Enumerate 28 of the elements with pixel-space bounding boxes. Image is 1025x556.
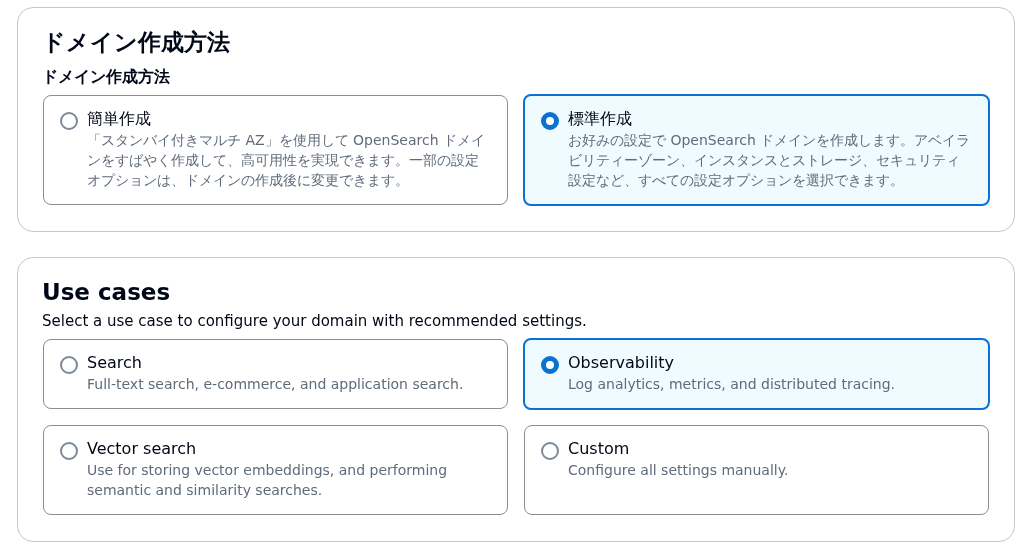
radio-button[interactable] [541,442,559,460]
option-description: Configure all settings manually. [568,461,789,480]
option-label: Observability [568,352,675,374]
radio-button[interactable] [60,442,78,460]
option-description: Use for storing vector embeddings, and performing semantic and similarity searches. [87,461,449,500]
option-label: Custom [568,438,631,460]
radio-button[interactable] [541,112,559,130]
option-tile[interactable]: 標準作成 お好みの設定で OpenSearch ドメインを作成します。アベイラビリティーゾーン、インスタンスとストレージ、セキュリティ設定など、すべての設定オプションを選択できます。 [523,94,990,206]
radio-button[interactable] [60,356,78,374]
option-label: 標準作成 [568,108,633,130]
radio-button[interactable] [60,112,78,130]
section-title: Use cases [42,278,172,307]
section-title: ドメイン作成方法 [42,28,231,57]
option-tile[interactable]: Custom Configure all settings manually. [524,425,989,515]
option-label: Search [87,352,143,374]
option-description: お好みの設定で OpenSearch ドメインを作成します。アベイラビリティーゾーン、インスタンスとストレージ、セキュリティ設定など、すべての設定オプションを選択できます。 [568,131,972,190]
option-description: Log analytics, metrics, and distributed tracing. [568,375,896,394]
field-label: ドメイン作成方法 [42,66,171,88]
option-tile[interactable]: Vector search Use for storing vector embeddings, and performing semantic and similarity searches. [43,425,508,515]
option-label: 簡単作成 [87,108,152,130]
section-description: Select a use case to configure your domain with recommended settings. [42,311,588,332]
option-description: Full-text search, e-commerce, and application search. [87,375,464,394]
option-tile[interactable]: Observability Log analytics, metrics, and distributed tracing. [523,338,990,410]
radio-button[interactable] [541,356,559,374]
option-tile[interactable]: Search Full-text search, e-commerce, and application search. [43,339,508,409]
option-description: 「スタンバイ付きマルチ AZ」を使用して OpenSearch ドメインをすばやく作成して、高可用性を実現できます。一部の設定オプションは、ドメインの作成後に変更できます。 [87,131,486,190]
option-label: Vector search [87,438,198,460]
option-tile[interactable]: 簡単作成 「スタンバイ付きマルチ AZ」を使用して OpenSearch ドメインをすばやく作成して、高可用性を実現できます。一部の設定オプションは、ドメインの作成後に変更できます。 [43,95,508,205]
